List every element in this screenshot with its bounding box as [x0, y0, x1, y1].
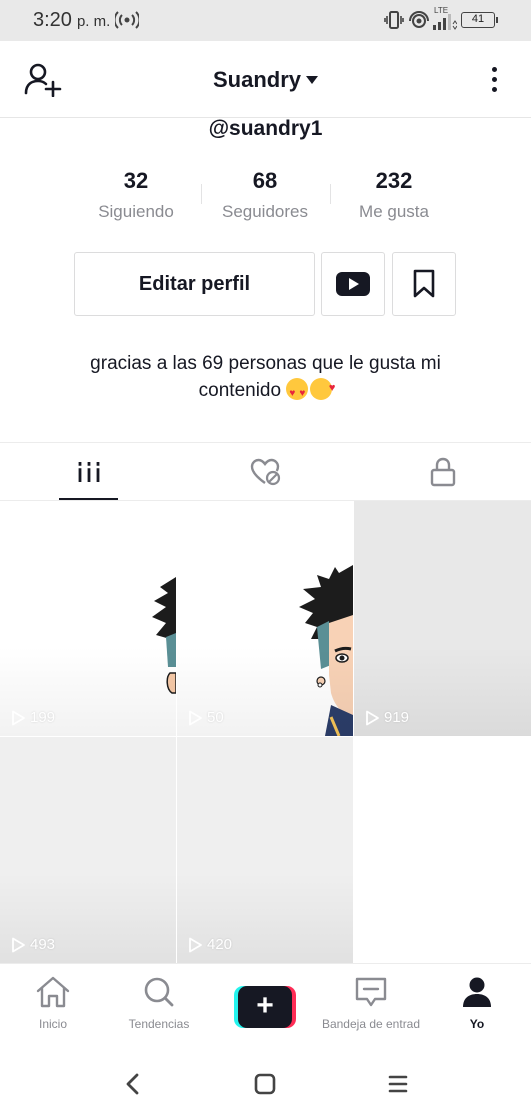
- search-icon: [144, 977, 174, 1007]
- status-time: 3:20 p. m.: [33, 9, 110, 32]
- wifi-icon: [409, 11, 429, 28]
- play-icon: [189, 710, 202, 725]
- view-count: 493: [10, 936, 55, 953]
- nav-discover[interactable]: Tendencias: [106, 976, 212, 1031]
- recent-apps-icon[interactable]: [388, 1074, 408, 1094]
- status-bar: 3:20 p. m. LTE 41: [0, 0, 531, 41]
- battery-indicator: 41: [461, 12, 498, 28]
- account-switcher[interactable]: Suandry: [0, 67, 531, 93]
- stat-likes[interactable]: 232 Me gusta: [329, 168, 459, 222]
- nav-profile[interactable]: Yo: [424, 976, 530, 1031]
- view-count: 919: [364, 709, 409, 726]
- stat-following-label: Siguiendo: [98, 202, 174, 221]
- view-count-value: 420: [207, 936, 233, 953]
- view-count: 420: [187, 936, 232, 953]
- tab-videos[interactable]: [0, 443, 177, 501]
- nav-home[interactable]: Inicio: [0, 976, 106, 1031]
- profile-header: Suandry: [0, 41, 531, 118]
- tab-private[interactable]: [354, 443, 531, 501]
- status-ampm: p. m.: [76, 13, 111, 30]
- liked-hidden-icon: [250, 458, 280, 486]
- video-thumbnail[interactable]: 420: [177, 737, 353, 963]
- kiss-emoji-icon: [310, 375, 335, 402]
- view-count-value: 919: [384, 709, 410, 726]
- back-icon[interactable]: [124, 1073, 140, 1095]
- view-count-value: 199: [30, 709, 56, 726]
- bio-line-1: gracias a las 69 personas que le gusta m…: [90, 353, 441, 374]
- battery-level: 41: [471, 13, 485, 25]
- status-time-value: 3:20: [33, 9, 72, 31]
- nav-inbox[interactable]: Bandeja de entrad: [318, 976, 424, 1031]
- video-thumbnail[interactable]: 493: [0, 737, 176, 963]
- youtube-icon: [336, 272, 370, 296]
- caret-down-icon: [306, 76, 319, 84]
- system-navigation-bar: [0, 1045, 531, 1120]
- bio-line-2: contenido: [198, 380, 282, 401]
- hotspot-icon: [115, 11, 139, 29]
- video-thumbnail[interactable]: 50: [177, 501, 353, 736]
- stat-followers[interactable]: 68 Seguidores: [200, 168, 330, 222]
- bio-line-2-wrap: contenido: [60, 375, 471, 407]
- view-count-value: 50: [207, 709, 224, 726]
- stat-following[interactable]: 32 Siguiendo: [71, 168, 201, 222]
- play-icon: [366, 710, 379, 725]
- account-name: Suandry: [212, 67, 302, 92]
- video-thumbnail[interactable]: 919: [354, 501, 531, 736]
- lock-icon: [430, 457, 455, 487]
- heart-eyes-emoji-icon: [286, 378, 309, 407]
- home-square-icon[interactable]: [254, 1073, 276, 1095]
- plus-icon: +: [238, 986, 292, 1028]
- signal-icon: [433, 14, 457, 30]
- home-icon: [36, 976, 70, 1008]
- tab-active-indicator: [59, 497, 118, 500]
- stat-followers-count: 68: [252, 168, 278, 193]
- nav-profile-label: Yo: [469, 1017, 485, 1031]
- youtube-button[interactable]: [321, 252, 385, 316]
- nav-discover-label: Tendencias: [128, 1017, 190, 1031]
- view-count: 50: [187, 709, 224, 726]
- profile-icon: [463, 977, 491, 1007]
- create-video-button[interactable]: +: [234, 986, 296, 1028]
- inbox-icon: [355, 977, 387, 1007]
- edit-profile-button[interactable]: Editar perfil: [74, 252, 315, 316]
- nav-inbox-label: Bandeja de entrad: [321, 1017, 421, 1031]
- more-dots-icon: [491, 67, 497, 72]
- play-icon: [189, 937, 202, 952]
- view-count-value: 493: [30, 936, 56, 953]
- more-options-button[interactable]: [489, 67, 499, 95]
- view-count: 199: [10, 709, 55, 726]
- video-thumbnail[interactable]: 199: [0, 501, 176, 736]
- vibrate-icon: [384, 11, 404, 29]
- play-icon: [12, 937, 25, 952]
- bottom-navigation: Inicio Tendencias + Bandeja de entrad Yo: [0, 963, 531, 1045]
- grid-videos-icon: [76, 462, 101, 482]
- stat-likes-label: Me gusta: [359, 202, 429, 221]
- nav-home-label: Inicio: [38, 1017, 67, 1031]
- stat-likes-count: 232: [375, 168, 413, 193]
- profile-bio: gracias a las 69 personas que le gusta m…: [60, 350, 471, 407]
- tab-liked[interactable]: [177, 443, 354, 501]
- stat-following-count: 32: [123, 168, 149, 193]
- profile-tabs: [0, 442, 531, 501]
- bookmark-icon: [413, 269, 435, 298]
- play-icon: [12, 710, 25, 725]
- favorites-button[interactable]: [392, 252, 456, 316]
- stat-followers-label: Seguidores: [221, 202, 308, 221]
- profile-username: @suandry1: [208, 117, 323, 140]
